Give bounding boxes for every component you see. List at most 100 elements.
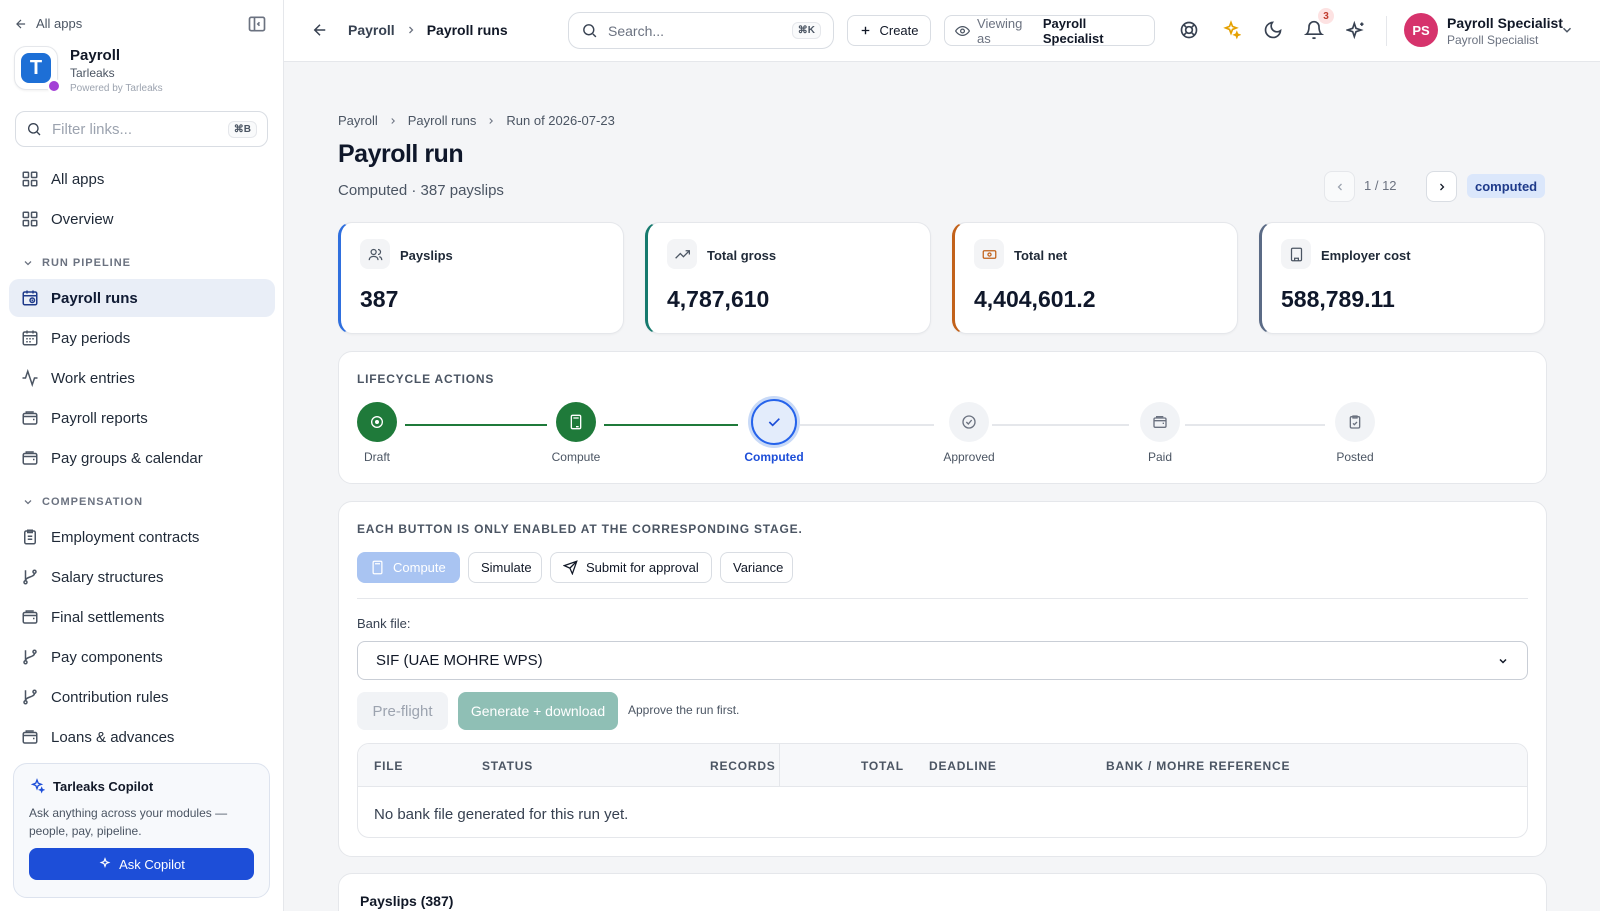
brand-title: Payroll (70, 47, 121, 64)
sidebar-item-contribution-rules[interactable]: Contribution rules (9, 678, 275, 716)
search-shortcut: ⌘K (791, 22, 821, 39)
previous-run-button[interactable] (1324, 171, 1355, 202)
compute-button[interactable]: Compute (357, 552, 460, 583)
sidebar-item-label: Final settlements (51, 608, 165, 626)
lifecycle-step-approved[interactable]: Approved (929, 402, 1009, 464)
sidebar-item-payroll-runs[interactable]: Payroll runs (9, 279, 275, 317)
user-name[interactable]: Payroll Specialist (1447, 15, 1563, 31)
brand: T Payroll Tarleaks Powered by Tarleaks (14, 46, 163, 94)
sidebar-item-payroll-reports[interactable]: Payroll reports (9, 399, 275, 437)
wallet-icon (1152, 414, 1168, 430)
chevron-down-icon (22, 496, 34, 508)
check-icon (766, 414, 782, 430)
section-compensation[interactable]: COMPENSATION (22, 496, 143, 508)
ai-sparkle-icon[interactable] (1346, 20, 1366, 40)
filter-links-input[interactable]: Filter links... ⌘B (15, 111, 268, 147)
lifecycle-step-compute[interactable]: Compute (536, 402, 616, 464)
sidebar-item-pay-components[interactable]: Pay components (9, 638, 275, 676)
kpi-card-total-gross: Total gross 4,787,610 (645, 222, 931, 334)
filter-shortcut: ⌘B (227, 120, 257, 138)
avatar[interactable]: PS (1404, 13, 1438, 47)
pre-flight-button[interactable]: Pre-flight (357, 692, 448, 730)
breadcrumb-current: Run of 2026-07-23 (506, 113, 615, 128)
sidebar-item-final-settlements[interactable]: Final settlements (9, 598, 275, 636)
section-label: COMPENSATION (42, 496, 144, 508)
sidebar-item-label: Salary structures (51, 568, 164, 586)
th-deadline: DEADLINE (929, 759, 997, 773)
sidebar-item-pay-groups[interactable]: Pay groups & calendar (9, 439, 275, 477)
git-branch-icon (21, 568, 39, 586)
pager-position: 1 / 12 (1364, 178, 1397, 193)
generate-download-button[interactable]: Generate + download (458, 692, 618, 730)
lifecycle-step-posted[interactable]: Posted (1315, 402, 1395, 464)
variance-button[interactable]: Variance (720, 552, 793, 583)
kpi-value: 4,404,601.2 (974, 286, 1096, 312)
viewing-as-value: Payroll Specialist (1042, 15, 1104, 46)
next-run-button[interactable] (1426, 171, 1457, 202)
sidebar-item-all-apps[interactable]: All apps (9, 160, 275, 198)
user-role: Payroll Specialist (1447, 33, 1539, 47)
git-branch-icon (21, 648, 39, 666)
all-apps-back-link[interactable]: All apps (14, 16, 82, 31)
bank-file-select[interactable]: SIF (UAE MOHRE WPS) (357, 641, 1528, 680)
sidebar-item-employment-contracts[interactable]: Employment contracts (9, 518, 275, 556)
circle-dot-icon (369, 414, 385, 430)
sidebar-item-salary-structures[interactable]: Salary structures (9, 558, 275, 596)
calculator-icon (568, 414, 584, 430)
wallet-icon (21, 608, 39, 626)
sidebar-item-loans-advances[interactable]: Loans & advances (9, 718, 275, 756)
sidebar-item-label: Overview (51, 210, 114, 228)
brand-logo-letter: T (21, 53, 51, 83)
sidebar-item-overview[interactable]: Overview (9, 200, 275, 238)
bell-icon[interactable] (1304, 20, 1324, 40)
lifecycle-connector (1185, 424, 1325, 426)
lifecycle-step-draft[interactable]: Draft (337, 402, 417, 464)
sidebar-item-label: Pay components (51, 648, 163, 666)
th-reference: BANK / MOHRE REFERENCE (1106, 759, 1291, 773)
kpi-label: Payslips (400, 248, 453, 263)
payslips-card: Payslips (387) (338, 873, 1547, 911)
topbar-crumb-payroll[interactable]: Payroll (348, 22, 395, 38)
chevron-right-icon (388, 116, 398, 126)
section-run-pipeline[interactable]: RUN PIPELINE (22, 257, 131, 269)
simulate-label: Simulate (481, 560, 532, 575)
lifecycle-step-computed[interactable]: Computed (734, 399, 814, 464)
clipboard-icon (21, 528, 39, 546)
kpi-label: Total gross (707, 248, 777, 263)
search-placeholder: Search... (608, 22, 665, 39)
search-icon (581, 22, 598, 39)
chevron-down-icon[interactable] (1560, 23, 1574, 37)
sidebar-item-label: Loans & advances (51, 728, 175, 746)
submit-for-approval-button[interactable]: Submit for approval (550, 552, 712, 583)
arrow-left-icon (14, 17, 28, 31)
chevron-down-icon (22, 257, 34, 269)
lifecycle-step-paid[interactable]: Paid (1120, 402, 1200, 464)
sidebar-item-label: Work entries (51, 369, 135, 387)
create-button[interactable]: Create (847, 15, 931, 46)
plus-icon (859, 24, 872, 37)
table-header: FILE STATUS RECORDS TOTAL DEADLINE BANK … (358, 744, 1527, 787)
global-search-input[interactable]: Search... ⌘K (568, 12, 834, 49)
viewing-as-button[interactable]: Viewing as Payroll Specialist (944, 15, 1155, 46)
sparkles-icon[interactable] (1221, 20, 1241, 40)
moon-icon[interactable] (1263, 20, 1283, 40)
topbar: Payroll Payroll runs Search... ⌘K Create… (284, 0, 1600, 62)
back-arrow-icon[interactable] (311, 21, 329, 39)
breadcrumb-payroll-runs[interactable]: Payroll runs (408, 113, 477, 128)
breadcrumb-payroll[interactable]: Payroll (338, 113, 378, 128)
ask-copilot-button[interactable]: Ask Copilot (29, 848, 254, 880)
page-subtitle: Computed · 387 payslips (338, 182, 504, 199)
help-lifebuoy-icon[interactable] (1179, 20, 1199, 40)
sidebar-item-label: Pay periods (51, 329, 131, 347)
sidebar-item-pay-periods[interactable]: Pay periods (9, 319, 275, 357)
lifecycle-connector (604, 424, 738, 426)
sidebar-collapse-icon[interactable] (247, 14, 267, 34)
simulate-button[interactable]: Simulate (468, 552, 542, 583)
lifecycle-step-label: Compute (551, 450, 601, 464)
chevron-right-icon (486, 116, 496, 126)
kpi-card-employer-cost: Employer cost 588,789.11 (1259, 222, 1545, 334)
sidebar-item-work-entries[interactable]: Work entries (9, 359, 275, 397)
lifecycle-title: LIFECYCLE ACTIONS (357, 372, 495, 386)
column-divider (779, 744, 780, 787)
approve-hint: Approve the run first. (628, 703, 740, 717)
